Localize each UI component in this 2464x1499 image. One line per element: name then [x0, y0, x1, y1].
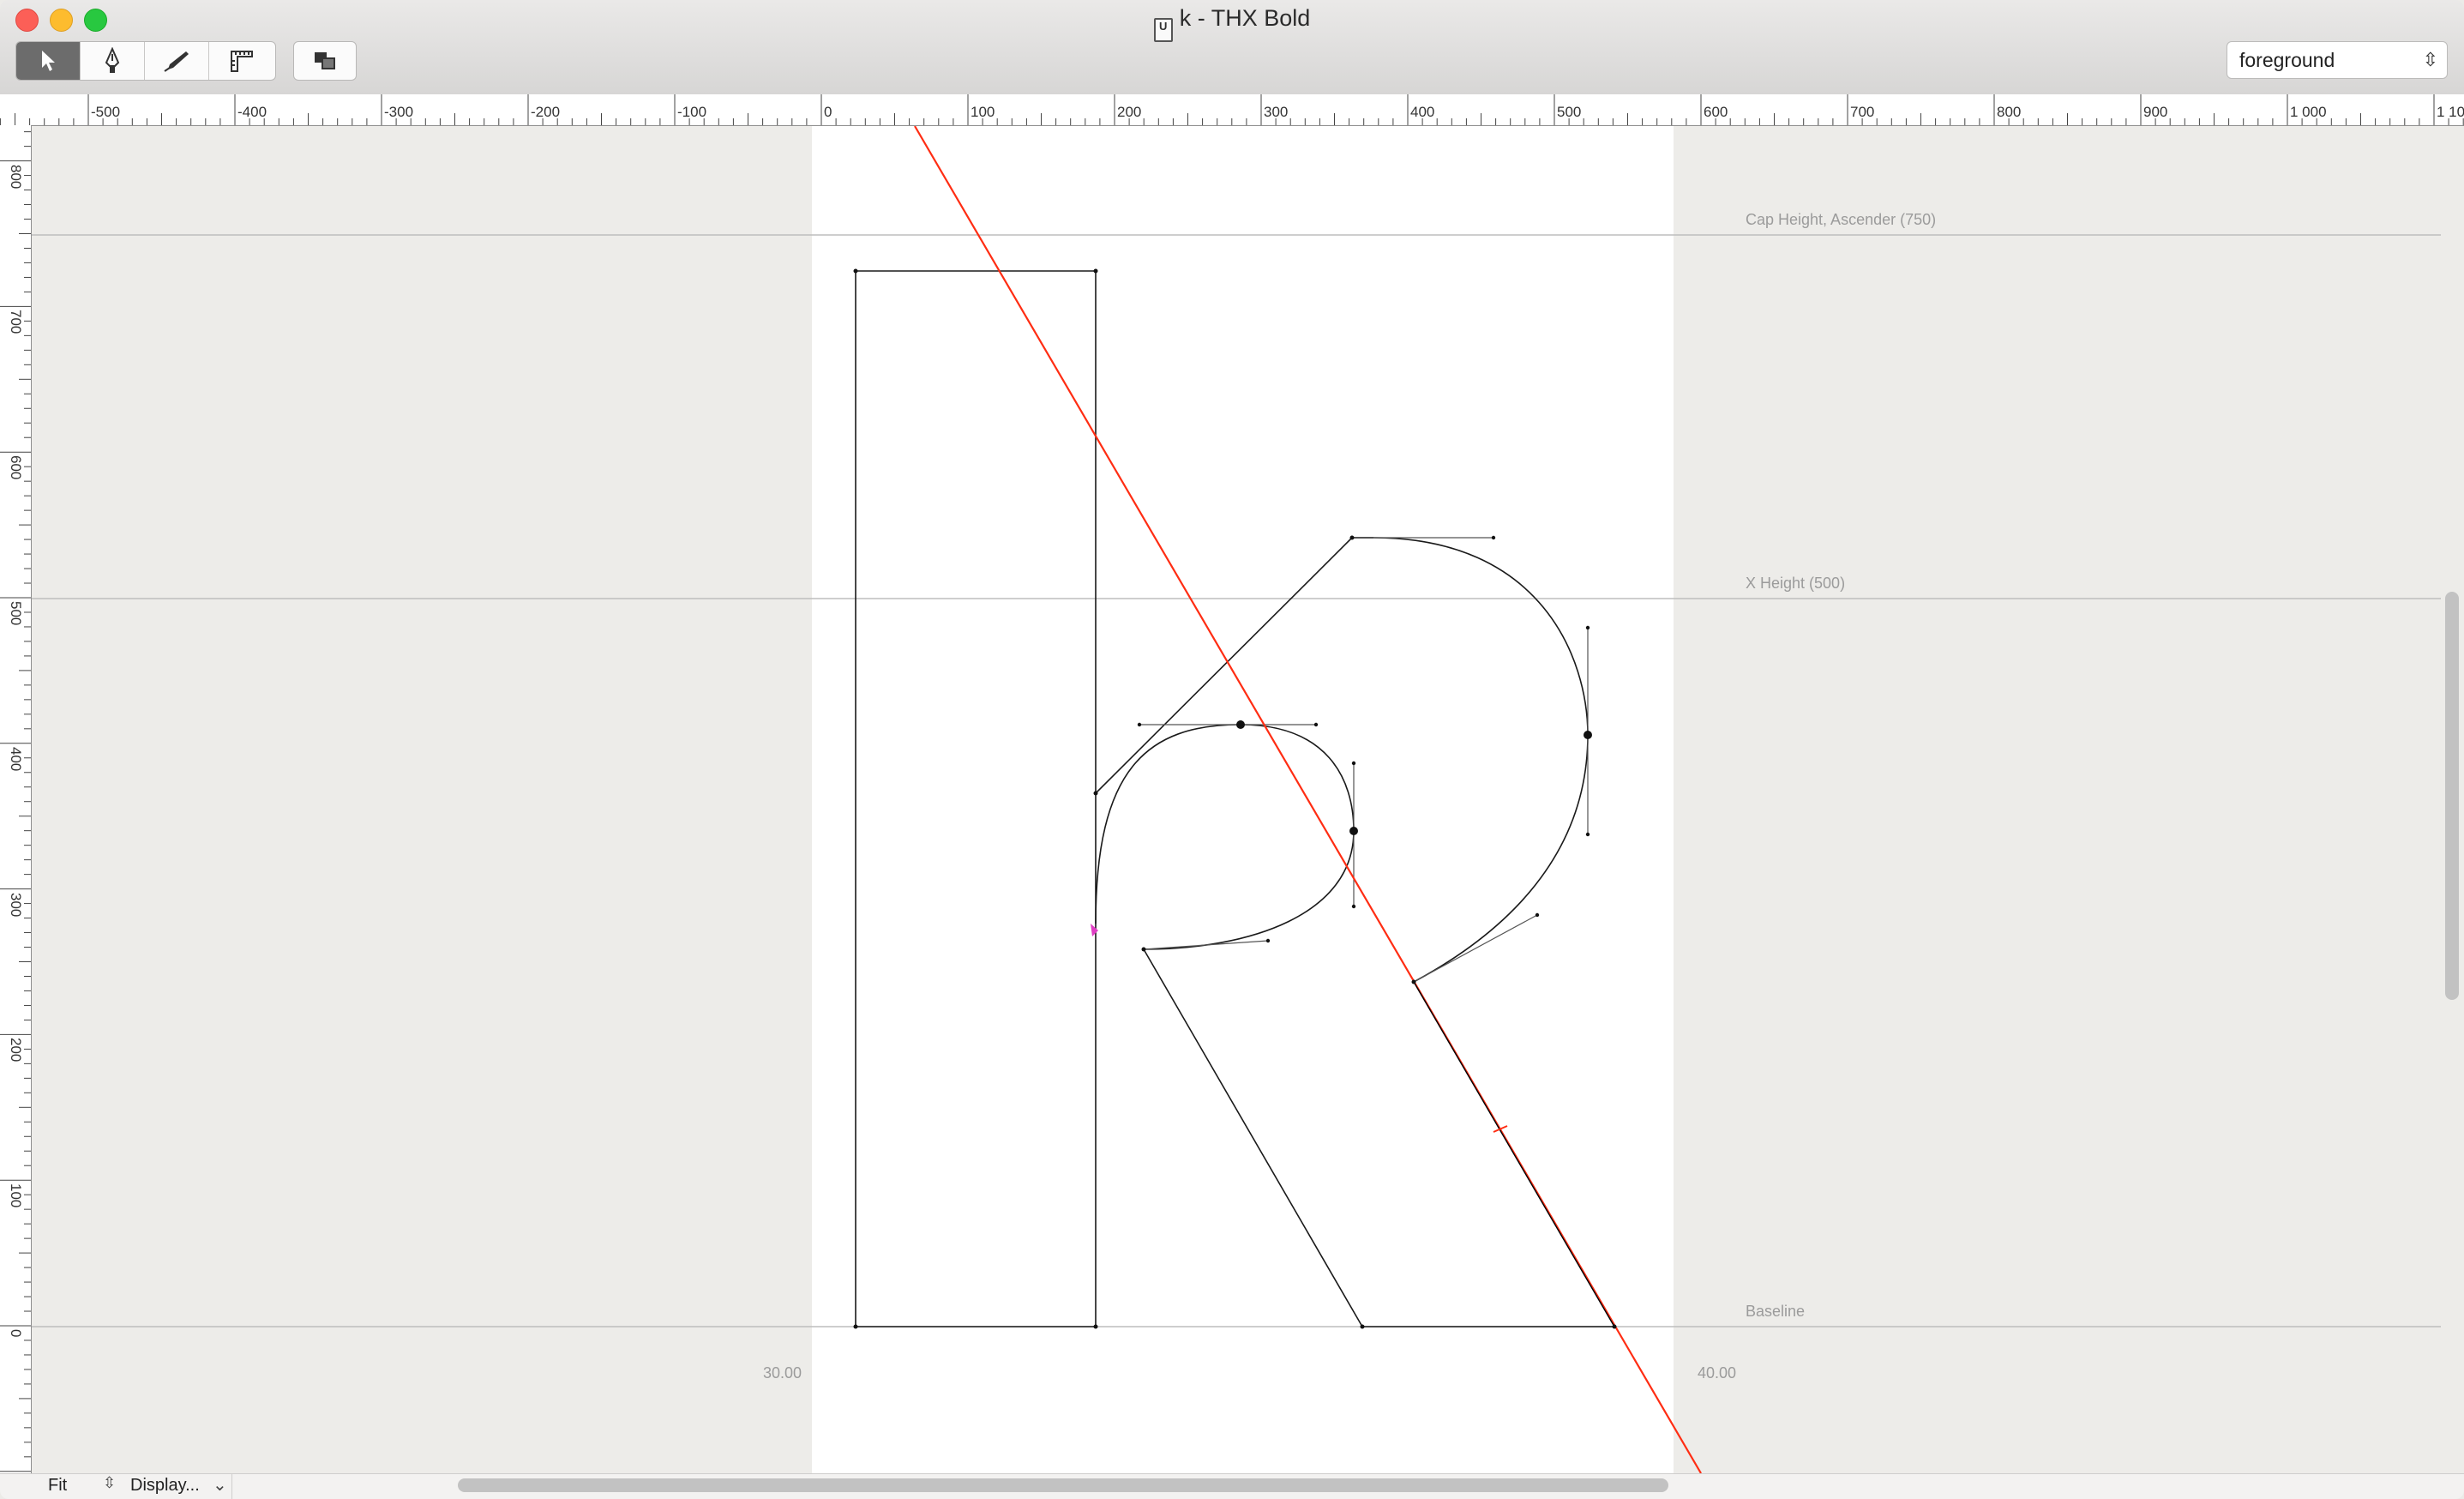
ruler-label: -300	[384, 104, 414, 120]
horizontal-ruler: -500 -400 -300 -200 -100 0 100 200 300 400 500 600 7…	[0, 94, 2464, 126]
ruler-label: 400	[8, 746, 24, 772]
on-curve-point[interactable]	[1141, 947, 1146, 952]
layers-button[interactable]	[293, 41, 357, 81]
right-sidebearing-value: 40.00	[1698, 1364, 1737, 1382]
on-curve-point[interactable]	[1093, 268, 1098, 274]
arm-line[interactable]	[1095, 537, 1353, 794]
up-down-chevron-icon: ⇳	[2422, 49, 2438, 70]
horizontal-ruler-ticks	[0, 94, 2464, 125]
baseline-label: Baseline	[1746, 1303, 1806, 1320]
measure-overlap	[1413, 981, 1615, 1327]
on-curve-point[interactable]	[853, 268, 858, 274]
horizontal-scrollbar[interactable]	[458, 1478, 1668, 1492]
display-menu[interactable]: Display...	[130, 1476, 200, 1496]
handle-point[interactable]	[1137, 722, 1142, 727]
handle-point[interactable]	[1585, 625, 1590, 630]
measure-line[interactable]	[914, 126, 1702, 1473]
ruler-label: 700	[8, 310, 24, 334]
handle-point[interactable]	[1491, 535, 1496, 540]
ruler-label: -200	[531, 104, 561, 120]
up-down-chevron-icon[interactable]: ⇳	[103, 1474, 116, 1492]
ruler-label: 500	[1557, 104, 1582, 120]
ruler-label: 900	[2143, 104, 2168, 120]
zoom-popup-value[interactable]: Fit	[48, 1476, 67, 1496]
handle-point[interactable]	[1585, 832, 1590, 837]
ruler-label: -500	[91, 104, 121, 120]
ruler-label: 200	[8, 1038, 24, 1063]
pointer-tool-button[interactable]	[16, 42, 81, 80]
app-window: Uk - THX Bold foreground ⇳ -500 -400 -30…	[0, 0, 2464, 1499]
on-curve-point[interactable]	[1093, 791, 1098, 796]
ruler-label: 500	[8, 601, 24, 626]
handle-point[interactable]	[1351, 904, 1356, 909]
pen-nib-icon	[105, 47, 120, 73]
handle-point[interactable]	[1351, 761, 1356, 766]
on-curve-point[interactable]	[1612, 1324, 1617, 1329]
on-curve-point[interactable]	[1360, 1324, 1365, 1329]
glyph-editor-drawing[interactable]	[32, 126, 2464, 1473]
chevron-down-icon[interactable]: ⌄	[213, 1474, 227, 1496]
ruler-label: 200	[1117, 104, 1142, 120]
knife-icon	[164, 51, 189, 72]
cap-height-label: Cap Height, Ascender (750)	[1746, 211, 1937, 228]
ruler-label: 600	[8, 455, 24, 480]
inner-bowl-curve[interactable]	[1095, 724, 1355, 950]
x-height-label: X Height (500)	[1746, 575, 1846, 592]
on-curve-point[interactable]	[1349, 535, 1355, 540]
measure-tool-button[interactable]	[209, 42, 273, 80]
vertical-scrollbar[interactable]	[2445, 592, 2459, 1000]
window-title: k - THX Bold	[1179, 5, 1311, 31]
status-divider	[231, 1474, 232, 1499]
ruler-label: 600	[1704, 104, 1728, 120]
start-point-marker[interactable]	[1091, 924, 1098, 936]
ruler-label: 300	[1264, 104, 1289, 120]
layer-select-value: foreground	[2239, 49, 2335, 71]
ruler-label: 400	[1410, 104, 1435, 120]
stem-contour[interactable]	[855, 270, 1097, 1327]
on-curve-point[interactable]	[853, 1324, 858, 1329]
window-title-area: Uk - THX Bold	[0, 5, 2464, 42]
arrow-pointer-icon	[42, 51, 55, 71]
outer-bowl-curve[interactable]	[1373, 537, 1589, 983]
ruler-label: 300	[8, 892, 24, 917]
on-curve-point[interactable]	[1411, 979, 1416, 984]
smooth-point[interactable]	[1349, 827, 1358, 835]
ruler-label: 700	[1850, 104, 1875, 120]
title-bar: Uk - THX Bold foreground ⇳	[0, 0, 2464, 95]
ruler-label: 800	[8, 164, 24, 189]
vertical-ruler: 8007006005004003002001000-100	[0, 125, 32, 1499]
on-curve-point[interactable]	[1093, 1324, 1098, 1329]
ruler-label: 100	[971, 104, 995, 120]
knife-tool-button[interactable]	[145, 42, 209, 80]
handle-point[interactable]	[1535, 912, 1540, 918]
ruler-label: 800	[1997, 104, 2022, 120]
layers-overlap-icon	[315, 52, 335, 69]
layer-select[interactable]: foreground ⇳	[2227, 41, 2448, 79]
ruler-label: 0	[824, 104, 832, 120]
glyph-canvas[interactable]: Cap Height, Ascender (750) X Height (500…	[32, 126, 2464, 1473]
smooth-point[interactable]	[1236, 720, 1245, 729]
smooth-point[interactable]	[1584, 731, 1592, 739]
ruler-icon	[230, 51, 253, 72]
tool-segmented-control	[15, 41, 276, 81]
ruler-label: -100	[677, 104, 707, 120]
pen-tool-button[interactable]	[81, 42, 145, 80]
ruler-label: -400	[237, 104, 267, 120]
handle-point[interactable]	[1313, 722, 1319, 727]
ruler-label: 1 000	[2290, 104, 2327, 120]
ruler-label: 100	[8, 1183, 24, 1208]
leg-contour[interactable]	[1143, 948, 1614, 1327]
ruler-label: 0	[8, 1329, 24, 1338]
left-sidebearing-value: 30.00	[763, 1364, 802, 1382]
ruler-label: 1 100	[2437, 104, 2464, 120]
document-icon: U	[1153, 18, 1173, 42]
handle-point[interactable]	[1265, 938, 1271, 943]
